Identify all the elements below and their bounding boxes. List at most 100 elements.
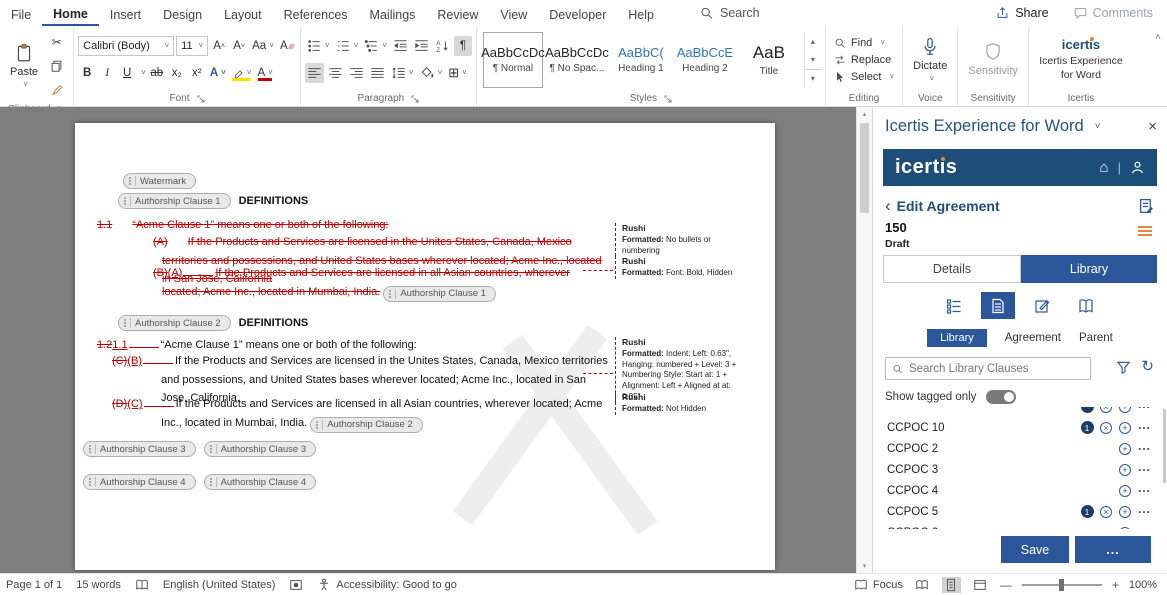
clause-row-partial[interactable]: × + … bbox=[873, 407, 1161, 417]
clear-formatting-button[interactable]: A bbox=[278, 36, 296, 56]
user-icon[interactable] bbox=[1130, 160, 1145, 175]
remove-clause-icon[interactable]: × bbox=[1100, 407, 1112, 413]
library-search-box[interactable] bbox=[885, 357, 1091, 380]
clause-row[interactable]: CCPOC 4 + … bbox=[873, 480, 1161, 501]
menu-tab-help[interactable]: Help bbox=[617, 2, 665, 25]
line-spacing-button[interactable]: ˅ bbox=[389, 63, 416, 83]
styles-gallery-up-button[interactable]: ▴ bbox=[805, 33, 821, 51]
tab-library[interactable]: Library bbox=[1021, 255, 1157, 283]
row-more-icon[interactable]: … bbox=[1138, 438, 1151, 453]
clause-row[interactable]: CCPOC 6 + … bbox=[873, 522, 1161, 529]
compose-tab[interactable] bbox=[1025, 292, 1059, 319]
cut-button[interactable]: ✂ bbox=[47, 32, 66, 52]
styles-dialog-launcher-icon[interactable] bbox=[664, 95, 672, 103]
clause-row[interactable]: CCPOC 3 + … bbox=[873, 459, 1161, 480]
authorship-clause1-open-tag[interactable]: Authorship Clause 1 bbox=[118, 193, 231, 209]
authorship-clause4-open-tag[interactable]: Authorship Clause 4 bbox=[83, 474, 196, 490]
font-family-combo[interactable]: Calibri (Body) ˅ bbox=[78, 36, 174, 56]
tab-details[interactable]: Details bbox=[883, 255, 1021, 283]
language-indicator[interactable]: English (United States) bbox=[163, 579, 276, 591]
font-size-combo[interactable]: 11 ˅ bbox=[176, 36, 208, 56]
justify-button[interactable] bbox=[368, 63, 387, 83]
save-button[interactable]: Save bbox=[1001, 536, 1069, 563]
deleted-item-b-paragraph[interactable]: (B)(A)If the Products and Services are l… bbox=[153, 264, 605, 302]
revision-callout[interactable]: Rushi Formatted: Font: Bold, Hidden bbox=[615, 256, 747, 279]
add-clause-icon[interactable]: + bbox=[1119, 407, 1131, 413]
add-clause-icon[interactable]: + bbox=[1119, 422, 1131, 434]
borders-button[interactable]: ⊞˅ bbox=[446, 63, 469, 83]
content-control-handle-icon[interactable] bbox=[208, 444, 217, 454]
sort-button[interactable]: AZ bbox=[433, 36, 452, 56]
change-case-button[interactable]: Aa˅ bbox=[250, 36, 276, 56]
shrink-font-button[interactable]: A˅ bbox=[230, 36, 248, 56]
increase-indent-button[interactable] bbox=[412, 36, 431, 56]
home-icon[interactable]: ⌂ bbox=[1100, 159, 1109, 176]
strikethrough-button[interactable]: ab bbox=[148, 63, 166, 83]
library-book-tab[interactable] bbox=[1069, 292, 1103, 319]
menu-tab-mailings[interactable]: Mailings bbox=[359, 2, 427, 25]
panel-scrollbar[interactable] bbox=[1163, 409, 1166, 483]
edit-agreement-header[interactable]: ‹ Edit Agreement bbox=[885, 196, 1155, 216]
authorship-clause3-close-tag[interactable]: Authorship Clause 3 bbox=[204, 441, 317, 457]
zoom-level[interactable]: 100% bbox=[1129, 579, 1157, 591]
subtab-agreement[interactable]: Agreement bbox=[1005, 332, 1061, 344]
row-more-icon[interactable]: … bbox=[1138, 407, 1151, 411]
sensitivity-button[interactable]: Sensitivity bbox=[962, 28, 1024, 91]
numbering-button[interactable]: ˅ bbox=[334, 36, 361, 56]
refresh-icon[interactable]: ↻ bbox=[1141, 357, 1154, 375]
accessibility-status[interactable]: Accessibility: Good to go bbox=[317, 578, 456, 592]
style-heading1[interactable]: AaBbC( Heading 1 bbox=[611, 32, 671, 88]
document-page[interactable]: Watermark Authorship Clause 1 DEFINITION… bbox=[75, 123, 775, 570]
shading-button[interactable]: ˅ bbox=[418, 63, 445, 83]
panel-close-icon[interactable]: × bbox=[1148, 118, 1157, 135]
underline-button[interactable]: U bbox=[118, 63, 136, 83]
menu-hamburger-icon[interactable] bbox=[1138, 226, 1152, 238]
menu-tab-layout[interactable]: Layout bbox=[213, 2, 273, 25]
content-control-handle-icon[interactable] bbox=[208, 477, 217, 487]
filter-funnel-icon[interactable] bbox=[1116, 360, 1131, 375]
italic-button[interactable]: I bbox=[98, 63, 116, 83]
select-button[interactable]: Select ˅ bbox=[834, 71, 894, 83]
remove-clause-icon[interactable]: × bbox=[1100, 422, 1112, 434]
dictate-button[interactable]: Dictate ˅ bbox=[907, 28, 953, 91]
zoom-in-button[interactable]: + bbox=[1112, 578, 1119, 592]
watermark-content-control-tag[interactable]: Watermark bbox=[123, 173, 196, 189]
menu-tab-file[interactable]: File bbox=[0, 2, 42, 25]
content-control-handle-icon[interactable] bbox=[122, 196, 131, 206]
clauses-document-tab[interactable] bbox=[981, 292, 1015, 319]
align-center-button[interactable] bbox=[326, 63, 345, 83]
library-search-input[interactable] bbox=[909, 363, 1084, 375]
bullets-button[interactable]: ˅ bbox=[305, 36, 332, 56]
back-chevron-icon[interactable]: ‹ bbox=[885, 196, 891, 216]
panel-menu-caret-icon[interactable]: ˅ bbox=[1095, 122, 1101, 132]
read-mode-button[interactable] bbox=[913, 577, 932, 593]
zoom-slider[interactable] bbox=[1022, 584, 1102, 586]
style-title[interactable]: AaB Title bbox=[739, 32, 799, 88]
menu-tab-references[interactable]: References bbox=[273, 2, 359, 25]
menu-tab-home[interactable]: Home bbox=[42, 1, 99, 26]
zoom-slider-thumb[interactable] bbox=[1059, 579, 1064, 591]
proofing-status[interactable] bbox=[135, 578, 149, 592]
document-scrollbar[interactable]: ▴ ▾ bbox=[856, 107, 872, 573]
style-no-spacing[interactable]: AaBbCcDc ¶ No Spac... bbox=[547, 32, 607, 88]
comments-button[interactable]: Comments bbox=[1073, 6, 1153, 20]
clause-row[interactable]: CCPOC 10 1 × + … bbox=[873, 417, 1161, 438]
copy-button[interactable] bbox=[47, 56, 66, 76]
icertis-addin-button[interactable]: icertis Icertis Experience for Word bbox=[1033, 28, 1129, 91]
macro-record-button[interactable] bbox=[289, 578, 303, 592]
agreement-document-icon[interactable] bbox=[1138, 198, 1155, 215]
clause-row[interactable]: CCPOC 5 1 × + … bbox=[873, 501, 1161, 522]
row-more-icon[interactable]: … bbox=[1138, 480, 1151, 495]
highlight-button[interactable]: ˅ bbox=[230, 63, 254, 83]
find-button[interactable]: Find ˅ bbox=[834, 37, 894, 49]
menu-tab-developer[interactable]: Developer bbox=[538, 2, 617, 25]
grow-font-button[interactable]: A˄ bbox=[210, 36, 228, 56]
style-heading2[interactable]: AaBbCcE Heading 2 bbox=[675, 32, 735, 88]
text-effects-button[interactable]: A˅ bbox=[208, 63, 228, 83]
item-c-paragraph[interactable]: (D)(C)If the Products and Services are l… bbox=[112, 395, 609, 433]
font-color-button[interactable]: A˅ bbox=[255, 63, 274, 83]
row-more-icon[interactable]: … bbox=[1138, 501, 1151, 516]
paste-caret-icon[interactable]: ˅ bbox=[23, 81, 28, 89]
superscript-button[interactable]: x² bbox=[188, 63, 206, 83]
zoom-out-button[interactable]: — bbox=[1000, 578, 1012, 592]
